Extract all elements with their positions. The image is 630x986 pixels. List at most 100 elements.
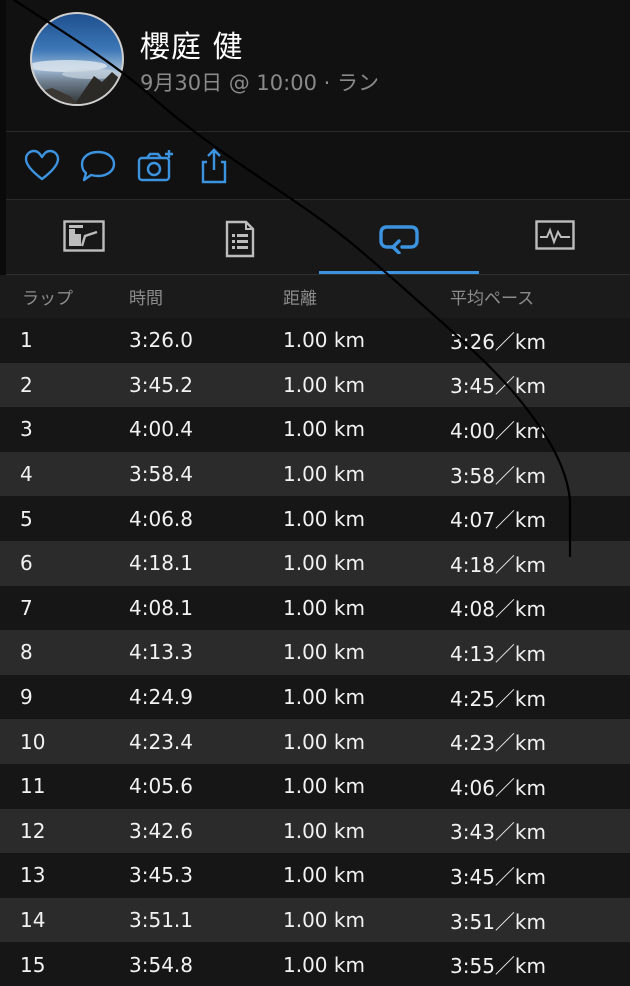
lap-number: 12 bbox=[20, 818, 46, 843]
lap-number: 1 bbox=[20, 328, 33, 353]
lap-time: 4:13.3 bbox=[129, 640, 193, 665]
column-header-pace: 平均ペース bbox=[450, 289, 535, 309]
lap-time: 3:45.2 bbox=[129, 372, 193, 397]
table-row[interactable]: 13 3:45.3 1.00 km 3:45／km bbox=[0, 853, 630, 898]
table-row[interactable]: 9 4:24.9 1.00 km 4:25／km bbox=[0, 674, 630, 720]
lap-time: 4:08.1 bbox=[129, 595, 193, 620]
lap-pace: 3:58／km bbox=[450, 463, 546, 488]
lap-distance: 1.00 km bbox=[283, 506, 365, 531]
tab-graph[interactable] bbox=[480, 200, 630, 274]
column-header-distance: 距離 bbox=[283, 289, 317, 309]
lap-pace: 4:08／km bbox=[450, 597, 546, 622]
lap-distance: 1.00 km bbox=[283, 908, 365, 933]
lap-distance: 1.00 km bbox=[283, 952, 365, 977]
table-row[interactable]: 2 3:45.2 1.00 km 3:45／km bbox=[0, 362, 630, 408]
lap-time: 3:42.6 bbox=[129, 818, 193, 843]
tab-bar bbox=[6, 200, 630, 275]
lap-time: 4:24.9 bbox=[129, 685, 193, 710]
table-row[interactable]: 1 3:26.0 1.00 km 3:26／km bbox=[0, 318, 630, 363]
avatar[interactable] bbox=[30, 12, 124, 106]
column-header-time: 時間 bbox=[129, 289, 163, 309]
lap-time: 3:45.3 bbox=[129, 863, 193, 888]
lap-time: 3:51.1 bbox=[129, 908, 193, 933]
lap-distance: 1.00 km bbox=[283, 729, 365, 754]
table-row[interactable]: 7 4:08.1 1.00 km 4:08／km bbox=[0, 585, 630, 631]
lap-distance: 1.00 km bbox=[283, 685, 365, 710]
table-row[interactable]: 5 4:06.8 1.00 km 4:07／km bbox=[0, 496, 630, 541]
table-row[interactable]: 4 3:58.4 1.00 km 3:58／km bbox=[0, 451, 630, 497]
lap-number: 4 bbox=[20, 462, 33, 487]
action-bar bbox=[6, 132, 630, 200]
lap-pace: 3:26／km bbox=[450, 329, 546, 354]
lap-distance: 1.00 km bbox=[283, 774, 365, 799]
tab-summary[interactable] bbox=[6, 200, 162, 274]
graph-monitor-icon bbox=[535, 220, 575, 250]
lap-time: 4:23.4 bbox=[129, 729, 193, 754]
lap-distance: 1.00 km bbox=[283, 863, 365, 888]
lap-pace: 4:25／km bbox=[450, 686, 546, 711]
lap-number: 8 bbox=[20, 640, 33, 665]
lap-pace: 3:51／km bbox=[450, 909, 546, 934]
lap-distance: 1.00 km bbox=[283, 462, 365, 487]
add-photo-icon[interactable] bbox=[136, 146, 176, 186]
lap-pace: 4:06／km bbox=[450, 775, 546, 800]
summary-chart-icon bbox=[63, 220, 105, 252]
lap-distance: 1.00 km bbox=[283, 818, 365, 843]
lap-distance: 1.00 km bbox=[283, 417, 365, 442]
share-icon[interactable] bbox=[194, 146, 234, 186]
lap-pace: 4:23／km bbox=[450, 731, 546, 756]
comment-icon[interactable] bbox=[78, 146, 118, 186]
lap-distance: 1.00 km bbox=[283, 551, 365, 576]
lap-number: 14 bbox=[20, 908, 46, 933]
lap-distance: 1.00 km bbox=[283, 328, 365, 353]
laps-loop-icon bbox=[379, 225, 419, 254]
lap-distance: 1.00 km bbox=[283, 372, 365, 397]
table-row[interactable]: 6 4:18.1 1.00 km 4:18／km bbox=[0, 540, 630, 586]
table-row[interactable]: 12 3:42.6 1.00 km 3:43／km bbox=[0, 808, 630, 854]
lap-time: 3:54.8 bbox=[129, 952, 193, 977]
activity-subtitle: 9月30日 @ 10:00 · ラン bbox=[140, 71, 379, 95]
lap-pace: 3:45／km bbox=[450, 374, 546, 399]
table-row[interactable]: 10 4:23.4 1.00 km 4:23／km bbox=[0, 719, 630, 764]
lap-pace: 3:43／km bbox=[450, 820, 546, 845]
lap-time: 3:58.4 bbox=[129, 462, 193, 487]
lap-pace: 4:00／km bbox=[450, 418, 546, 443]
lap-pace: 4:18／km bbox=[450, 552, 546, 577]
column-header-lap: ラップ bbox=[22, 289, 73, 309]
heart-icon[interactable] bbox=[22, 146, 62, 186]
user-name[interactable]: 櫻庭 健 bbox=[140, 22, 244, 66]
lap-time: 3:26.0 bbox=[129, 328, 193, 353]
table-row[interactable]: 14 3:51.1 1.00 km 3:51／km bbox=[0, 897, 630, 943]
lap-number: 13 bbox=[20, 863, 46, 888]
lap-distance: 1.00 km bbox=[283, 640, 365, 665]
lap-pace: 3:45／km bbox=[450, 864, 546, 889]
table-row[interactable]: 15 3:54.8 1.00 km 3:55／km bbox=[0, 942, 630, 986]
lap-distance: 1.00 km bbox=[283, 595, 365, 620]
lap-time: 4:05.6 bbox=[129, 774, 193, 799]
lap-number: 15 bbox=[20, 952, 46, 977]
activity-page: 櫻庭 健 9月30日 @ 10:00 · ラン ラップ 時間 距離 平均ペース … bbox=[0, 0, 630, 986]
lap-number: 6 bbox=[20, 551, 33, 576]
lap-number: 9 bbox=[20, 685, 33, 710]
lap-time: 4:00.4 bbox=[129, 417, 193, 442]
lap-number: 2 bbox=[20, 372, 33, 397]
avatar-mountain-photo bbox=[32, 60, 122, 104]
active-tab-indicator bbox=[319, 271, 479, 274]
activity-header: 櫻庭 健 9月30日 @ 10:00 · ラン bbox=[6, 0, 630, 132]
tab-laps[interactable] bbox=[319, 200, 479, 274]
details-document-icon bbox=[225, 220, 255, 258]
lap-pace: 4:13／km bbox=[450, 641, 546, 666]
lap-number: 11 bbox=[20, 774, 46, 799]
tab-details[interactable] bbox=[162, 200, 318, 274]
table-row[interactable]: 3 4:00.4 1.00 km 4:00／km bbox=[0, 407, 630, 452]
laps-table: ラップ 時間 距離 平均ペース 1 3:26.0 1.00 km 3:26／km… bbox=[0, 275, 630, 986]
table-row[interactable]: 11 4:05.6 1.00 km 4:06／km bbox=[0, 763, 630, 809]
lap-number: 7 bbox=[20, 595, 33, 620]
table-row[interactable]: 8 4:13.3 1.00 km 4:13／km bbox=[0, 630, 630, 675]
lap-time: 4:06.8 bbox=[129, 506, 193, 531]
lap-time: 4:18.1 bbox=[129, 551, 193, 576]
table-header: ラップ 時間 距離 平均ペース bbox=[0, 275, 630, 318]
lap-number: 3 bbox=[20, 417, 33, 442]
lap-pace: 4:07／km bbox=[450, 508, 546, 533]
lap-number: 10 bbox=[20, 729, 46, 754]
